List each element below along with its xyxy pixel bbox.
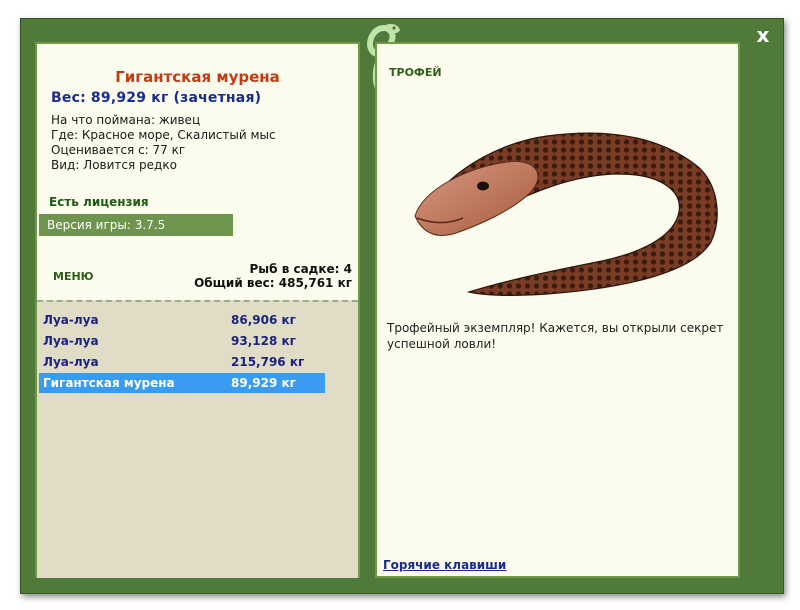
fish-list-item-selected[interactable]: Гигантская мурена 89,929 кг xyxy=(39,373,325,393)
close-button[interactable]: x xyxy=(752,24,774,46)
moray-eel-image xyxy=(414,132,718,296)
bait-info: На что поймана: живец xyxy=(51,113,201,127)
license-status: Есть лицензия xyxy=(49,195,149,209)
location-info: Где: Красное море, Скалистый мыс xyxy=(51,128,276,142)
fish-weight: Вес: 89,929 кг (зачетная) xyxy=(51,90,262,106)
fish-list-item[interactable]: Луа-луа 86,906 кг xyxy=(39,310,325,330)
fish-list-item-name: Луа-луа xyxy=(43,355,99,369)
fish-list-item-weight: 215,796 кг xyxy=(231,355,305,369)
menu-button[interactable]: МЕНЮ xyxy=(53,270,94,283)
min-weight-info: Оценивается с: 77 кг xyxy=(51,143,186,157)
fish-title: Гигантская мурена xyxy=(115,68,280,86)
fish-list-item-weight: 93,128 кг xyxy=(231,334,296,348)
fish-list-item[interactable]: Луа-луа 215,796 кг xyxy=(39,352,325,372)
fish-list-item-weight: 89,929 кг xyxy=(231,376,296,390)
hotkeys-link[interactable]: Горячие клавиши xyxy=(383,558,506,572)
trophy-description: Трофейный экземпляр! Кажется, вы открыли… xyxy=(387,321,724,351)
rarity-info: Вид: Ловится редко xyxy=(51,158,177,172)
trophy-panel: ТРОФЕЙ Трофейный экземпляр! Кажется, вы … xyxy=(375,42,740,578)
game-version-bar: Версия игры: 3.7.5 xyxy=(39,214,233,236)
keepnet-count: Рыб в садке: 4 xyxy=(249,262,353,276)
fish-info-panel: Гигантская мурена Вес: 89,929 кг (зачетн… xyxy=(35,42,360,578)
fish-list-item[interactable]: Луа-луа 93,128 кг xyxy=(39,331,325,351)
fish-list-item-name: Гигантская мурена xyxy=(43,376,175,390)
fish-list-item-name: Луа-луа xyxy=(43,313,99,327)
keepnet-total-weight: Общий вес: 485,761 кг xyxy=(194,276,352,290)
fish-list-item-name: Луа-луа xyxy=(43,334,99,348)
fish-list: Луа-луа 86,906 кг Луа-луа 93,128 кг Луа-… xyxy=(37,300,358,578)
fish-list-item-weight: 86,906 кг xyxy=(231,313,296,327)
keepnet-summary: Рыб в садке: 4 Общий вес: 485,761 кг xyxy=(194,262,352,290)
